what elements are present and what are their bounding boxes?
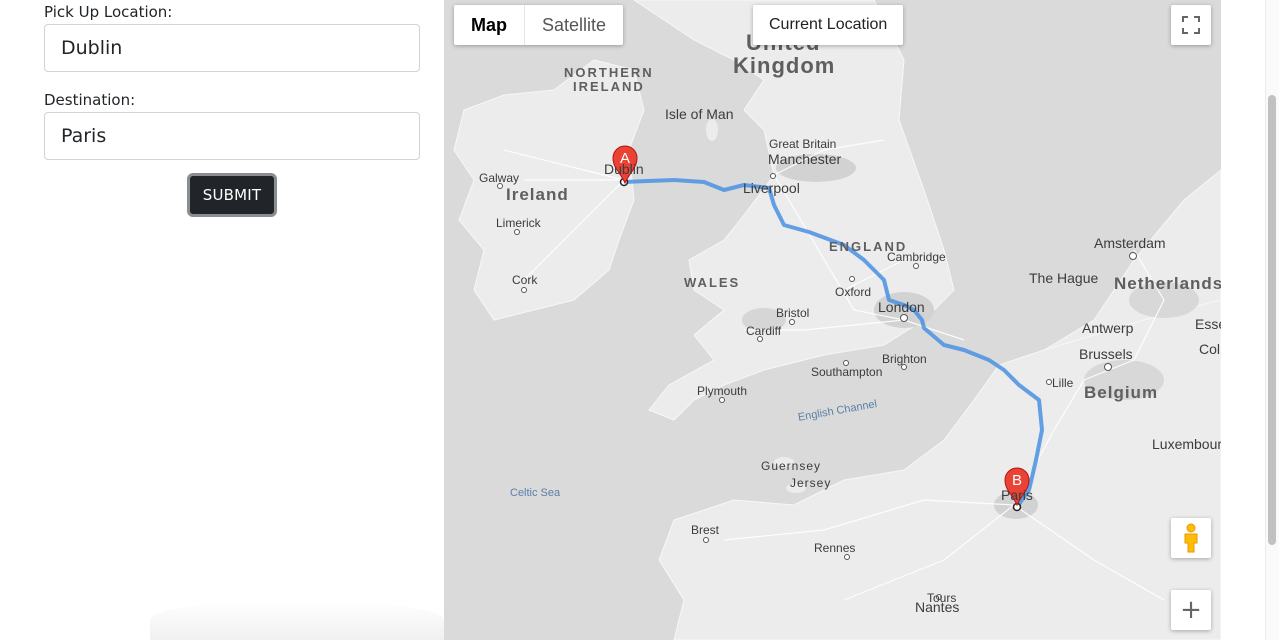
label-cork: Cork [512,273,538,287]
label-netherlands: Netherlands [1114,274,1221,293]
label-celtic-sea: Celtic Sea [510,487,561,499]
fullscreen-icon [1182,16,1200,34]
label-ireland-ni: IRELAND [573,79,645,94]
street-view-pegman[interactable] [1171,518,1211,558]
label-bristol: Bristol [776,306,810,320]
label-wales: WALES [684,275,741,290]
label-limerick: Limerick [496,216,541,230]
label-guernsey: Guernsey [761,459,822,473]
label-manchester: Manchester [768,151,842,167]
label-oxford: Oxford [835,285,872,299]
label-liverpool: Liverpool [743,180,800,196]
map-type-control: Map Satellite [454,5,624,45]
label-dublin: Dublin [604,161,644,177]
page-scrollbar-thumb[interactable] [1268,95,1276,545]
label-belgium: Belgium [1084,383,1159,402]
label-northern: NORTHERN [564,65,654,80]
pickup-label: Pick Up Location: [44,3,173,21]
label-isle-of-man: Isle of Man [665,106,734,122]
label-cardiff: Cardiff [746,324,782,338]
panel-shadow [150,600,444,640]
label-antwerp: Antwerp [1082,320,1134,336]
zoom-in-button[interactable]: + [1171,590,1211,630]
label-brussels: Brussels [1079,346,1133,362]
label-rennes: Rennes [814,541,856,555]
pegman-icon [1184,523,1198,553]
zoom-in-icon: + [1180,595,1202,625]
label-amsterdam: Amsterdam [1094,235,1166,251]
label-lille: Lille [1052,376,1074,390]
label-tours: Tours [927,591,957,605]
fullscreen-button[interactable] [1171,5,1211,45]
map-type-satellite-button[interactable]: Satellite [525,5,623,45]
pickup-input[interactable] [44,24,420,72]
label-kingdom: Kingdom [733,53,836,78]
label-brighton: Brighton [882,352,927,366]
label-ireland: Ireland [506,185,569,204]
label-cambridge: Cambridge [887,250,946,264]
map-canvas[interactable]: A B United Kingdom NORTHERN IRELAND Isle… [444,0,1221,640]
map-type-map-button[interactable]: Map [454,5,525,45]
label-col: Col [1199,341,1221,357]
label-plymouth: Plymouth [697,384,748,398]
label-brest: Brest [691,523,720,537]
destination-label: Destination: [44,91,136,109]
label-london: London [878,299,925,315]
label-the-hague: The Hague [1029,270,1099,286]
label-paris: Paris [1001,487,1033,503]
destination-input[interactable] [44,112,420,160]
label-great-britain: Great Britain [769,137,837,151]
label-galway: Galway [479,171,520,185]
label-essen: Essen [1195,316,1221,332]
submit-button[interactable]: SUBMIT [187,173,277,217]
current-location-button[interactable]: Current Location [753,5,904,45]
label-jersey: Jersey [790,476,832,490]
label-southampton: Southampton [811,365,883,379]
booking-form: Pick Up Location: Destination: SUBMIT [0,0,444,640]
label-luxembourg: Luxembour [1152,436,1221,452]
